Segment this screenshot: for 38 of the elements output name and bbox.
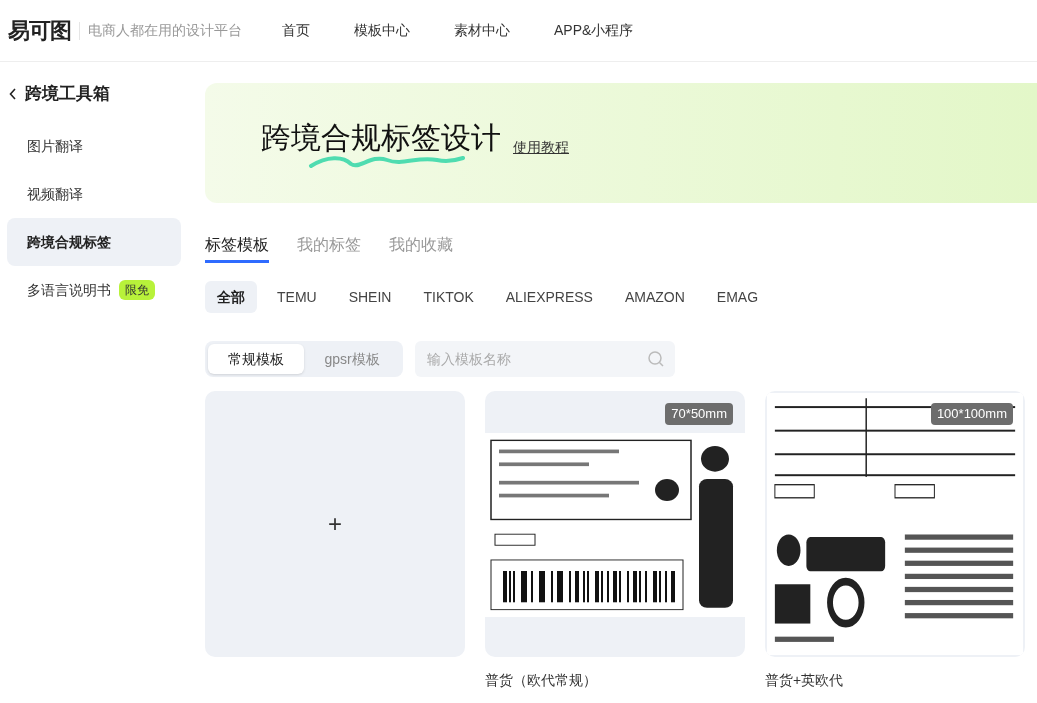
nav-link[interactable]: 模板中心 [354, 20, 410, 41]
segment[interactable]: 常规模板 [208, 344, 304, 374]
tutorial-link[interactable]: 使用教程 [513, 136, 569, 158]
back-icon [9, 88, 17, 100]
platform-chip[interactable]: EMAG [704, 281, 771, 313]
tab[interactable]: 标签模板 [205, 225, 269, 263]
size-badge: 100*100mm [930, 403, 1013, 425]
back-button[interactable]: 跨境工具箱 [7, 82, 181, 106]
slogan: 电商人都在用的设计平台 [88, 21, 242, 40]
squiggle-icon [307, 154, 467, 168]
free-badge: 限免 [119, 280, 155, 300]
template-caption: 普货+英欧代 [765, 671, 845, 690]
sidebar-item[interactable]: 视频翻译 [7, 170, 181, 218]
platform-chip[interactable]: SHEIN [336, 281, 404, 313]
platform-chip[interactable]: ALIEXPRESS [493, 281, 605, 313]
item-label: 图片翻译 [27, 136, 83, 156]
search-field[interactable]: 输入模板名称 [415, 341, 675, 377]
template-card[interactable]: 100*100mm [765, 391, 1025, 657]
platform-chip[interactable]: TEMU [265, 281, 329, 313]
new-template-card[interactable]: + [205, 391, 465, 657]
item-label: 跨境合规标签 [27, 232, 111, 252]
item-label: 多语言说明书 [27, 280, 111, 300]
nav-link[interactable]: 首页 [282, 20, 310, 41]
template-caption: 普货（欧代常规） [485, 671, 598, 690]
platform-chip[interactable]: TIKTOK [411, 281, 486, 313]
platform-chip[interactable]: 全部 [205, 281, 257, 313]
sidebar-item[interactable]: 图片翻译 [7, 122, 181, 170]
template-card[interactable]: 70*50mm [485, 391, 745, 657]
logo[interactable]: 易可图 [8, 14, 71, 47]
search-icon [647, 350, 665, 368]
item-label: 视频翻译 [27, 184, 83, 204]
nav-link[interactable]: APP&小程序 [554, 20, 634, 41]
nav-link[interactable]: 素材中心 [454, 20, 510, 41]
banner-title: 跨境合规标签设计 [261, 123, 501, 153]
size-badge: 70*50mm [665, 403, 733, 425]
sidebar-item[interactable]: 跨境合规标签 [7, 218, 181, 266]
platform-chip[interactable]: AMAZON [612, 281, 697, 313]
sidebar-item[interactable]: 多语言说明书 限免 [7, 266, 181, 314]
